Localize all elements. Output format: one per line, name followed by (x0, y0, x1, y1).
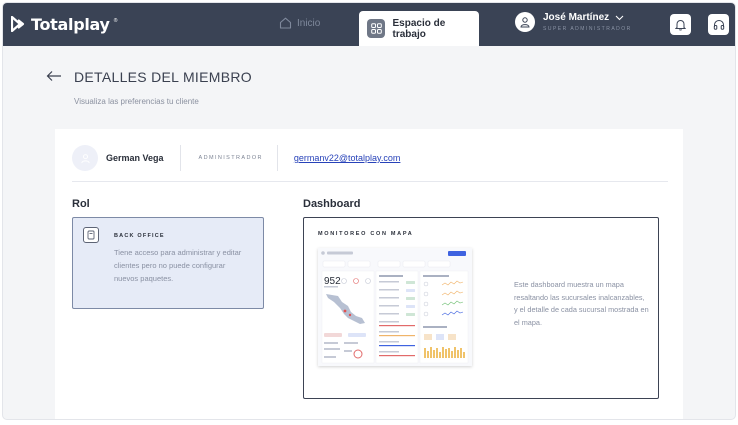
dashboard-section-title: Dashboard (303, 198, 361, 210)
member-name: German Vega (106, 153, 164, 163)
user-icon (515, 12, 535, 32)
user-role: SUPER ADMINISTRADOR (543, 26, 632, 32)
user-icon (80, 153, 90, 163)
role-title: BACK OFFICE (114, 233, 165, 239)
rol-section-title: Rol (72, 198, 90, 210)
app-window: Totalplay ® Inicio Espacio de trabajo Jo… (3, 3, 735, 419)
nav-tab-inicio[interactable]: Inicio (279, 17, 320, 29)
member-role: ADMINISTRADOR (198, 155, 263, 161)
nav-tab-espacio-de-trabajo[interactable]: Espacio de trabajo (359, 11, 479, 46)
member-details-card: German Vega ADMINISTRADOR germanv22@tota… (55, 129, 683, 419)
headset-icon (713, 19, 724, 30)
back-arrow-icon[interactable] (46, 70, 62, 82)
dashboard-preview-image: 952 (318, 248, 472, 366)
workspace-grid-icon (367, 19, 386, 38)
nav-tab-espacio-label: Espacio de trabajo (392, 17, 446, 40)
dashboard-title: MONITOREO CON MAPA (318, 231, 414, 237)
top-navigation-bar: Totalplay ® Inicio Espacio de trabajo Jo… (3, 3, 735, 46)
divider (276, 145, 278, 171)
member-email-link[interactable]: germanv22@totalplay.com (294, 153, 401, 163)
svg-text:952: 952 (324, 276, 341, 287)
brand-name: Totalplay (31, 14, 110, 34)
support-button[interactable] (708, 14, 729, 35)
nav-tab-inicio-label: Inicio (297, 17, 321, 29)
page-subtitle: Visualiza las preferencias tu cliente (74, 97, 199, 106)
dashboard-description: Este dashboard muestra un mapa resaltand… (514, 280, 649, 327)
dashboard-option-monitoreo-con-mapa[interactable]: MONITOREO CON MAPA 952 Este dashboard mu… (303, 217, 659, 399)
role-description: Tiene acceso para administrar y editar c… (114, 248, 242, 283)
user-name: José Martínez (543, 12, 610, 23)
brand-logo[interactable]: Totalplay ® (11, 13, 117, 35)
page-title: DETALLES DEL MIEMBRO (74, 69, 252, 85)
member-summary: German Vega ADMINISTRADOR germanv22@tota… (72, 143, 400, 173)
role-option-back-office[interactable]: BACK OFFICE Tiene acceso para administra… (72, 217, 264, 309)
notifications-button[interactable] (670, 14, 691, 35)
member-avatar (72, 145, 98, 171)
divider (179, 145, 181, 171)
divider (72, 181, 668, 182)
brand-registered-mark: ® (113, 18, 118, 24)
user-menu[interactable]: José Martínez SUPER ADMINISTRADOR (515, 12, 632, 32)
home-icon (279, 17, 292, 29)
document-icon (83, 227, 99, 243)
totalplay-logo-icon (11, 16, 25, 32)
chevron-down-icon (615, 15, 624, 20)
bell-icon (675, 19, 686, 31)
